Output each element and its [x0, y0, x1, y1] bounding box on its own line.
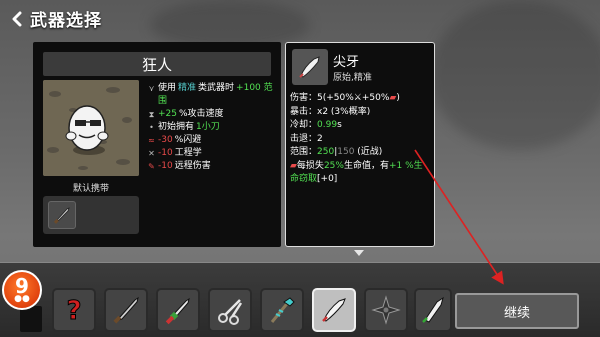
character-stat-line: ≈ -30 %闪避: [147, 134, 277, 147]
stat-text: 工程学: [174, 148, 202, 158]
character-stat-line: ⋎ 使用 精准 类武器时 +100 范: [147, 82, 277, 95]
weapon-slot[interactable]: ?: [52, 288, 96, 332]
weapon-slot[interactable]: [104, 288, 148, 332]
page-title: 武器选择: [30, 11, 102, 31]
weapon-stat-text: 每损失: [296, 160, 324, 171]
weapon-stat-text: (近战): [354, 147, 383, 157]
character-stat-line: 围: [147, 95, 277, 108]
caret-down-icon: [354, 250, 364, 256]
blade-icon: [417, 294, 449, 326]
scissors-icon: [214, 294, 246, 326]
weapon-stat-text: 25%: [323, 160, 344, 171]
weapon-stat-line: 范围：250|150 (近战): [290, 146, 432, 160]
wrench-icon: ✕: [148, 149, 155, 158]
weapon-stat-text: 范围：: [290, 147, 318, 157]
ranged-icon: ✎: [148, 162, 155, 171]
top-bar: 武器选择: [8, 6, 102, 31]
weapon-stat-text: ⚔: [353, 93, 362, 103]
weapon-stat-text: 冷却：: [290, 120, 318, 130]
weapon-stat-text: [+0]: [317, 174, 338, 184]
weapon-slot[interactable]: [414, 288, 452, 332]
svg-text:?: ?: [66, 296, 81, 325]
back-chevron-icon[interactable]: [8, 8, 26, 30]
character-stat-line: ⧗ +25 %攻击速度: [147, 108, 277, 121]
weapon-stat-text: 生命值，有: [343, 160, 389, 171]
dodge-icon: ≈: [148, 136, 155, 145]
weapon-stat-text: ▰: [290, 160, 297, 171]
knife-icon[interactable]: [48, 201, 76, 229]
dot-icon: •: [149, 123, 154, 132]
shuriken-icon: [370, 294, 402, 326]
level-badge: 9 ●●: [2, 270, 42, 310]
weapon-stat-text: 250: [317, 147, 335, 157]
weapon-tags: 原始,精准: [333, 73, 372, 83]
weapon-stats-list: 伤害：5(+50%⚔+50%▰) 暴击：x2 (3%概率) 冷却：0.99s 击退：2…: [290, 92, 432, 187]
weapon-stat-text: 150: [337, 147, 355, 157]
weapon-slot[interactable]: [156, 288, 200, 332]
default-carry-label: 默认携带: [72, 184, 109, 194]
stat-text: 围: [158, 96, 168, 106]
default-weapon-slot: [43, 196, 139, 234]
fang-icon: [292, 49, 328, 85]
weapon-detail-panel: 尖牙 原始,精准 伤害：5(+50%⚔+50%▰) 暴击：x2 (3%概率) 冷却：…: [285, 42, 435, 247]
character-name: 狂人: [43, 52, 271, 76]
stat-text: +100 范: [236, 83, 273, 93]
weapon-slot[interactable]: [260, 288, 304, 332]
weapon-name: 尖牙: [333, 55, 360, 70]
weapon-stat-text: 暴击：x2 (3%概率): [290, 106, 371, 117]
weapon-stat-text: 0.99: [317, 120, 338, 130]
weapon-stat-text: 伤害：5(+50%: [290, 93, 354, 103]
precision-icon: ⋎: [148, 84, 155, 93]
weapon-stat-text: s: [337, 120, 342, 130]
weapon-stat-line: 暴击：x2 (3%概率): [290, 106, 432, 120]
character-stats-list: ⋎ 使用 精准 类武器时 +100 范围 ⧗ +25 %攻击速度 • 初始拥有 1小刀 ≈ -30 %…: [147, 82, 277, 173]
weapon-stat-text: 击退：2: [290, 133, 323, 144]
badge-number: 9: [15, 273, 29, 298]
weapon-slot[interactable]: [364, 288, 408, 332]
stat-text: 精准: [178, 83, 197, 93]
character-panel: 狂人 ⋎ 使用 精准 类武器时 +100 范围 ⧗ +25 %攻击速度 • 初始拥有 1小刀 ≈ -3…: [33, 42, 281, 247]
weapon-stat-text: ): [396, 93, 400, 103]
weapon-stat-line: 冷却：0.99s: [290, 119, 432, 133]
knife-icon: [110, 294, 142, 326]
stat-text: 1小刀: [196, 122, 220, 132]
weapon-stat-line: 击退：2: [290, 133, 432, 147]
stat-text: -10: [158, 161, 173, 171]
stat-text: 类武器时: [198, 83, 235, 93]
stat-text: 使用: [158, 83, 177, 93]
character-stat-line: ✎ -10 远程伤害: [147, 160, 277, 173]
weapon-stat-text: 命窃取: [290, 174, 318, 184]
weapon-stat-line: ▰每损失25%生命值，有+1 %生: [290, 160, 432, 174]
background-tree-shadow: [430, 0, 600, 150]
stat-text: 远程伤害: [174, 161, 211, 171]
continue-button[interactable]: 继续: [455, 293, 579, 329]
green-dagger-icon: [162, 294, 194, 326]
stat-text: %闪避: [174, 135, 202, 145]
hourglass-icon: ⧗: [148, 110, 155, 119]
character-stat-line: ✕ -10 工程学: [147, 147, 277, 160]
character-stat-line: • 初始拥有 1小刀: [147, 121, 277, 134]
stat-text: %攻击速度: [179, 109, 224, 119]
random-question-icon: ?: [59, 295, 89, 326]
fang-icon: [318, 294, 350, 326]
character-portrait: [43, 80, 139, 176]
thorn-staff-icon: [266, 294, 298, 326]
weapon-stat-line: 命窃取[+0]: [290, 173, 432, 187]
stat-text: 初始拥有: [158, 122, 195, 132]
weapon-stat-line: 伤害：5(+50%⚔+50%▰): [290, 92, 432, 106]
weapon-stat-text: +1 %生: [388, 160, 423, 171]
stat-text: -30: [158, 135, 173, 145]
gamepad-icon: ●●: [14, 293, 30, 304]
stat-text: -10: [158, 148, 173, 158]
weapon-slot[interactable]: [208, 288, 252, 332]
weapon-slot[interactable]: [312, 288, 356, 332]
weapon-stat-text: +50%: [361, 93, 390, 103]
stat-text: +25: [158, 109, 177, 119]
